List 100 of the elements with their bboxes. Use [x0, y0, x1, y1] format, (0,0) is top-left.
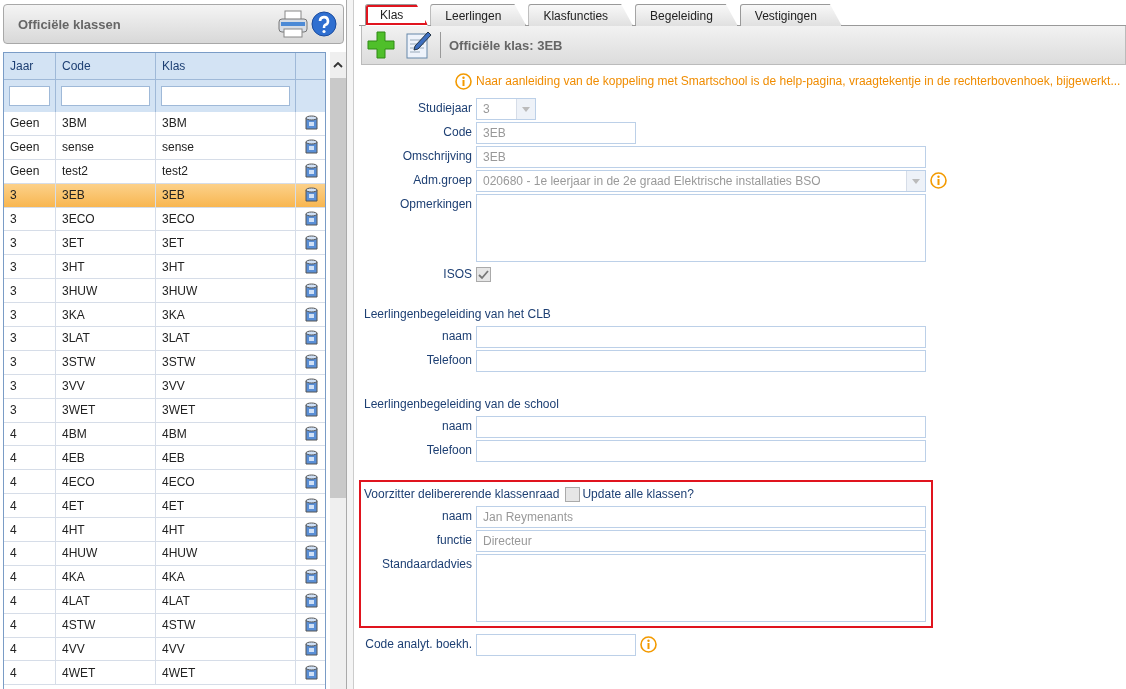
cylinder-icon[interactable]: [303, 664, 319, 681]
table-cell[interactable]: 3: [4, 231, 56, 256]
cylinder-icon[interactable]: [303, 330, 319, 347]
input-field[interactable]: [476, 440, 926, 462]
table-cell[interactable]: 3: [4, 183, 56, 208]
table-cell[interactable]: 3STW: [156, 350, 296, 375]
table-cell[interactable]: 3KA: [156, 303, 296, 327]
cylinder-icon[interactable]: [303, 139, 319, 156]
table-cell[interactable]: 4: [4, 613, 56, 638]
table-cell[interactable]: [296, 112, 326, 136]
table-cell[interactable]: 4: [4, 470, 56, 495]
table-cell[interactable]: 4VV: [156, 637, 296, 662]
column-header[interactable]: Klas: [156, 53, 296, 80]
cylinder-icon[interactable]: [303, 163, 319, 180]
cylinder-icon[interactable]: [303, 187, 319, 204]
checkbox[interactable]: [476, 267, 491, 282]
cylinder-icon[interactable]: [303, 306, 319, 323]
table-cell[interactable]: 4ET: [56, 494, 156, 519]
scrollbar[interactable]: [330, 52, 346, 689]
cylinder-icon[interactable]: [303, 282, 319, 299]
table-cell[interactable]: 3: [4, 279, 56, 304]
cylinder-icon[interactable]: [303, 617, 319, 634]
input-field[interactable]: [476, 416, 926, 438]
table-cell[interactable]: 3: [4, 327, 56, 351]
cylinder-icon[interactable]: [303, 234, 319, 251]
table-cell[interactable]: 3ECO: [56, 207, 156, 232]
cylinder-icon[interactable]: [303, 449, 319, 466]
table-cell[interactable]: 3: [4, 303, 56, 327]
table-cell[interactable]: 3: [4, 255, 56, 280]
table-cell[interactable]: sense: [56, 135, 156, 160]
table-cell[interactable]: Geen: [4, 135, 56, 160]
cylinder-icon[interactable]: [303, 426, 319, 442]
table-cell[interactable]: 4ECO: [56, 470, 156, 495]
table-cell[interactable]: 4: [4, 446, 56, 471]
table-cell[interactable]: sense: [156, 135, 296, 160]
table-cell[interactable]: 4HUW: [156, 542, 296, 566]
table-cell[interactable]: 4VV: [56, 637, 156, 662]
table-cell[interactable]: 3BM: [56, 112, 156, 136]
table-cell[interactable]: Geen: [4, 159, 56, 184]
cylinder-icon[interactable]: [303, 211, 319, 227]
table-cell[interactable]: 4ECO: [156, 470, 296, 495]
table-cell[interactable]: Geen: [4, 112, 56, 136]
table-cell[interactable]: 4HUW: [56, 542, 156, 566]
table-cell[interactable]: 4WET: [56, 661, 156, 686]
filter-field[interactable]: [161, 86, 290, 106]
table-cell[interactable]: 3WET: [156, 398, 296, 423]
table-cell[interactable]: 3VV: [56, 374, 156, 399]
table-cell[interactable]: 3ET: [156, 231, 296, 256]
table-cell[interactable]: 4: [4, 637, 56, 662]
cylinder-icon[interactable]: [303, 569, 319, 586]
filter-field[interactable]: [9, 86, 50, 106]
table-cell[interactable]: 3HUW: [56, 279, 156, 304]
tab[interactable]: Klasfuncties: [528, 4, 634, 26]
table-cell[interactable]: 4STW: [156, 613, 296, 638]
table-cell[interactable]: 3STW: [56, 350, 156, 375]
checkbox[interactable]: [565, 486, 581, 502]
filter-field[interactable]: [61, 86, 150, 106]
table-cell[interactable]: 4KA: [156, 565, 296, 590]
table-cell[interactable]: 3BM: [156, 112, 296, 136]
column-header[interactable]: Jaar: [4, 53, 56, 80]
table-cell[interactable]: 4STW: [56, 613, 156, 638]
table-cell[interactable]: 4: [4, 518, 56, 543]
table-cell[interactable]: [296, 327, 326, 351]
table-cell[interactable]: 3ET: [56, 231, 156, 256]
table-cell[interactable]: test2: [56, 159, 156, 184]
table-cell[interactable]: 3: [4, 398, 56, 423]
cylinder-icon[interactable]: [303, 593, 319, 610]
table-cell[interactable]: 3HT: [56, 255, 156, 280]
table-cell[interactable]: 4: [4, 422, 56, 447]
cylinder-icon[interactable]: [303, 545, 319, 562]
caret-up-icon[interactable]: [333, 62, 344, 68]
table-cell[interactable]: [296, 183, 326, 208]
table-cell[interactable]: 4: [4, 542, 56, 566]
input-field[interactable]: [476, 634, 636, 656]
cylinder-icon[interactable]: [303, 115, 319, 132]
table-cell[interactable]: 3KA: [56, 303, 156, 327]
table-cell[interactable]: 3EB: [156, 183, 296, 208]
table-cell[interactable]: 4HT: [56, 518, 156, 543]
table-cell[interactable]: 3: [4, 374, 56, 399]
help-icon[interactable]: [311, 11, 337, 37]
table-cell[interactable]: 4: [4, 565, 56, 590]
table-cell[interactable]: 3EB: [56, 183, 156, 208]
cylinder-icon[interactable]: [303, 473, 319, 490]
table-cell[interactable]: 3LAT: [156, 327, 296, 351]
table-cell[interactable]: [296, 542, 326, 566]
tab[interactable]: Leerlingen: [430, 4, 527, 26]
table-cell[interactable]: test2: [156, 159, 296, 184]
table-cell[interactable]: 4BM: [156, 422, 296, 447]
table-cell[interactable]: 4WET: [156, 661, 296, 686]
input-field[interactable]: [476, 350, 926, 372]
table-cell[interactable]: 4: [4, 494, 56, 519]
cylinder-icon[interactable]: [303, 402, 319, 419]
cylinder-icon[interactable]: [303, 258, 319, 275]
table-cell[interactable]: 3VV: [156, 374, 296, 399]
printer-icon[interactable]: [278, 10, 308, 38]
table-cell[interactable]: 4LAT: [56, 589, 156, 614]
tab[interactable]: Klas: [365, 4, 429, 26]
cylinder-icon[interactable]: [303, 354, 319, 371]
table-cell[interactable]: 3LAT: [56, 327, 156, 351]
table-cell[interactable]: 3ECO: [156, 207, 296, 232]
